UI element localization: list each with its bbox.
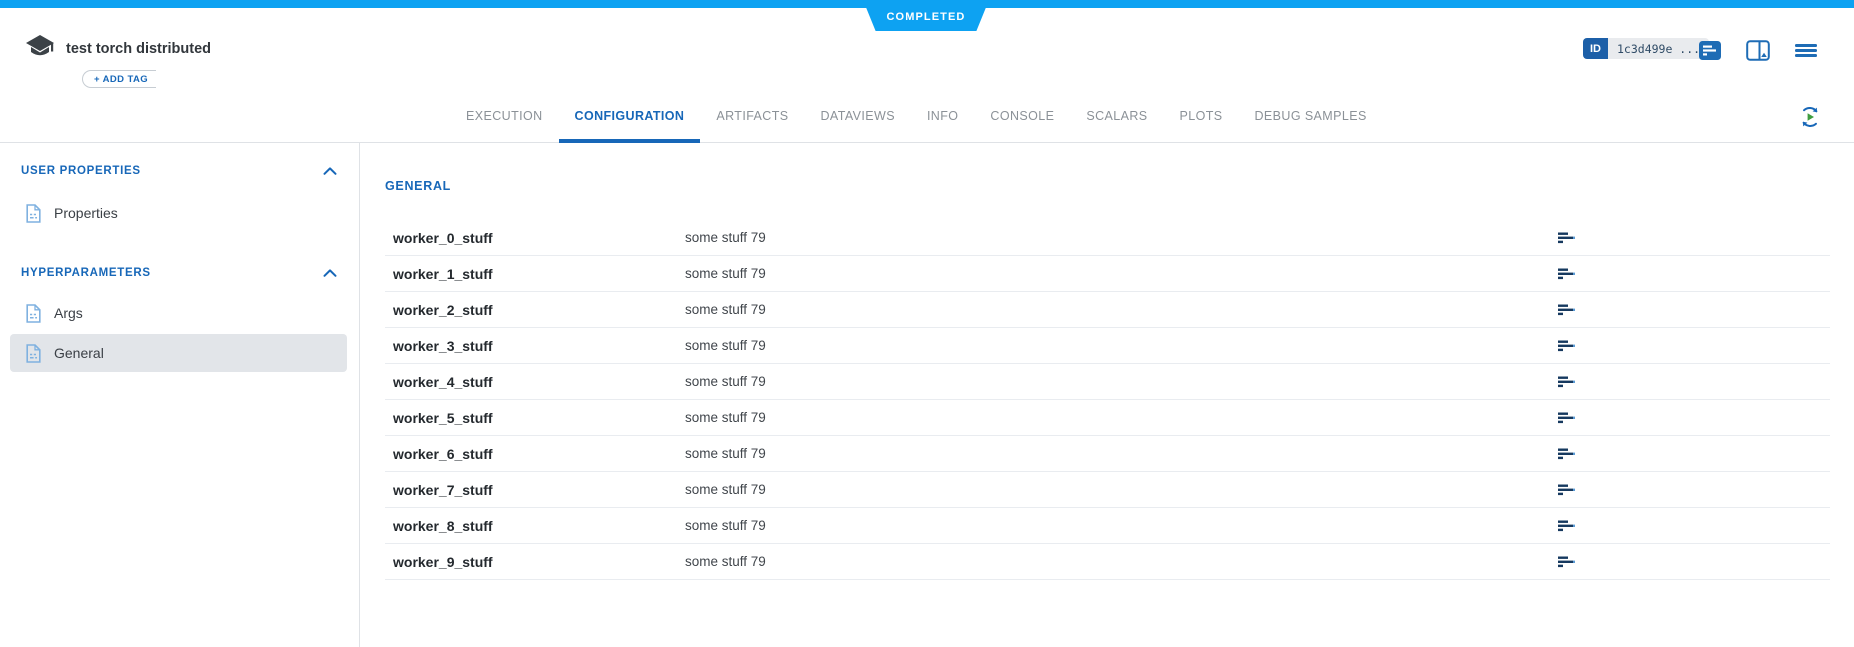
param-value: some stuff 79 [685,482,1545,497]
table-row: worker_6_stuff some stuff 79 [385,436,1830,472]
app-logo-icon [25,35,55,63]
status-badge-label: COMPLETED [887,11,966,23]
param-value: some stuff 79 [685,518,1545,533]
sidebar-section-user-properties[interactable]: USER PROPERTIES [0,163,359,179]
sidebar-item-general[interactable]: General [10,334,347,372]
experiment-id-badge: ID 1c3d499e ... [1583,38,1709,59]
text-lines-icon[interactable] [1558,520,1575,532]
section-heading: GENERAL [385,179,1830,193]
tab-dataviews[interactable]: DATAVIEWS [805,102,911,143]
id-value[interactable]: 1c3d499e ... [1608,38,1709,59]
table-row: worker_7_stuff some stuff 79 [385,472,1830,508]
content-area: USER PROPERTIES Properties HYPERPARAMETE… [0,143,1854,647]
menu-icon[interactable] [1793,39,1819,62]
text-lines-icon[interactable] [1558,340,1575,352]
text-lines-icon[interactable] [1558,556,1575,568]
tab-debug-samples[interactable]: DEBUG SAMPLES [1239,102,1383,143]
param-name: worker_7_stuff [385,482,685,498]
table-row: worker_1_stuff some stuff 79 [385,256,1830,292]
document-icon [26,304,41,323]
sidebar-item-args[interactable]: Args [10,295,347,331]
param-value: some stuff 79 [685,410,1545,425]
tab-artifacts[interactable]: ARTIFACTS [700,102,804,143]
param-value: some stuff 79 [685,374,1545,389]
param-value: some stuff 79 [685,302,1545,317]
notes-icon[interactable] [1697,39,1723,62]
table-row: worker_5_stuff some stuff 79 [385,400,1830,436]
sidebar-item-label: General [54,345,104,361]
text-lines-icon[interactable] [1558,412,1575,424]
tab-plots[interactable]: PLOTS [1164,102,1239,143]
tab-configuration[interactable]: CONFIGURATION [559,102,701,143]
collapse-chevron-icon [323,269,337,277]
param-name: worker_0_stuff [385,230,685,246]
param-value: some stuff 79 [685,230,1545,245]
experiment-title: test torch distributed [66,41,211,57]
sidebar: USER PROPERTIES Properties HYPERPARAMETE… [0,143,360,647]
param-value: some stuff 79 [685,446,1545,461]
sidebar-item-label: Args [54,305,83,321]
add-tag-button[interactable]: + ADD TAG [82,70,156,88]
section-title: USER PROPERTIES [21,165,141,177]
document-icon [26,344,41,363]
param-name: worker_4_stuff [385,374,685,390]
table-row: worker_8_stuff some stuff 79 [385,508,1830,544]
tab-console[interactable]: CONSOLE [974,102,1070,143]
param-name: worker_1_stuff [385,266,685,282]
text-lines-icon[interactable] [1558,232,1575,244]
text-lines-icon[interactable] [1558,268,1575,280]
tab-scalars[interactable]: SCALARS [1070,102,1163,143]
param-value: some stuff 79 [685,338,1545,353]
text-lines-icon[interactable] [1558,448,1575,460]
section-title: HYPERPARAMETERS [21,267,151,279]
tab-execution[interactable]: EXECUTION [450,102,559,143]
clearml-experiment-page: COMPLETED test torch distributed + ADD T… [0,0,1854,647]
param-value: some stuff 79 [685,266,1545,281]
param-name: worker_3_stuff [385,338,685,354]
table-row: worker_0_stuff some stuff 79 [385,220,1830,256]
param-name: worker_5_stuff [385,410,685,426]
table-row: worker_2_stuff some stuff 79 [385,292,1830,328]
text-lines-icon[interactable] [1558,376,1575,388]
tab-info[interactable]: INFO [911,102,974,143]
table-row: worker_9_stuff some stuff 79 [385,544,1830,580]
text-lines-icon[interactable] [1558,484,1575,496]
param-name: worker_2_stuff [385,302,685,318]
param-name: worker_9_stuff [385,554,685,570]
document-icon [26,204,41,223]
hyperparameters-table: worker_0_stuff some stuff 79 worker_1_st… [385,220,1830,580]
experiment-tabs: EXECUTION CONFIGURATION ARTIFACTS DATAVI… [450,102,1383,143]
main-panel: GENERAL worker_0_stuff some stuff 79 wor… [360,143,1854,647]
table-row: worker_3_stuff some stuff 79 [385,328,1830,364]
param-name: worker_8_stuff [385,518,685,534]
id-label: ID [1583,38,1608,59]
param-value: some stuff 79 [685,554,1545,569]
collapse-chevron-icon [323,167,337,175]
table-row: worker_4_stuff some stuff 79 [385,364,1830,400]
param-name: worker_6_stuff [385,446,685,462]
sidebar-item-properties[interactable]: Properties [10,195,347,231]
status-badge: COMPLETED [863,0,989,31]
auto-refresh-icon[interactable] [1798,105,1822,129]
text-lines-icon[interactable] [1558,304,1575,316]
sidebar-item-label: Properties [54,205,118,221]
sidebar-section-hyperparameters[interactable]: HYPERPARAMETERS [0,265,359,281]
side-panel-icon[interactable] [1745,39,1771,62]
